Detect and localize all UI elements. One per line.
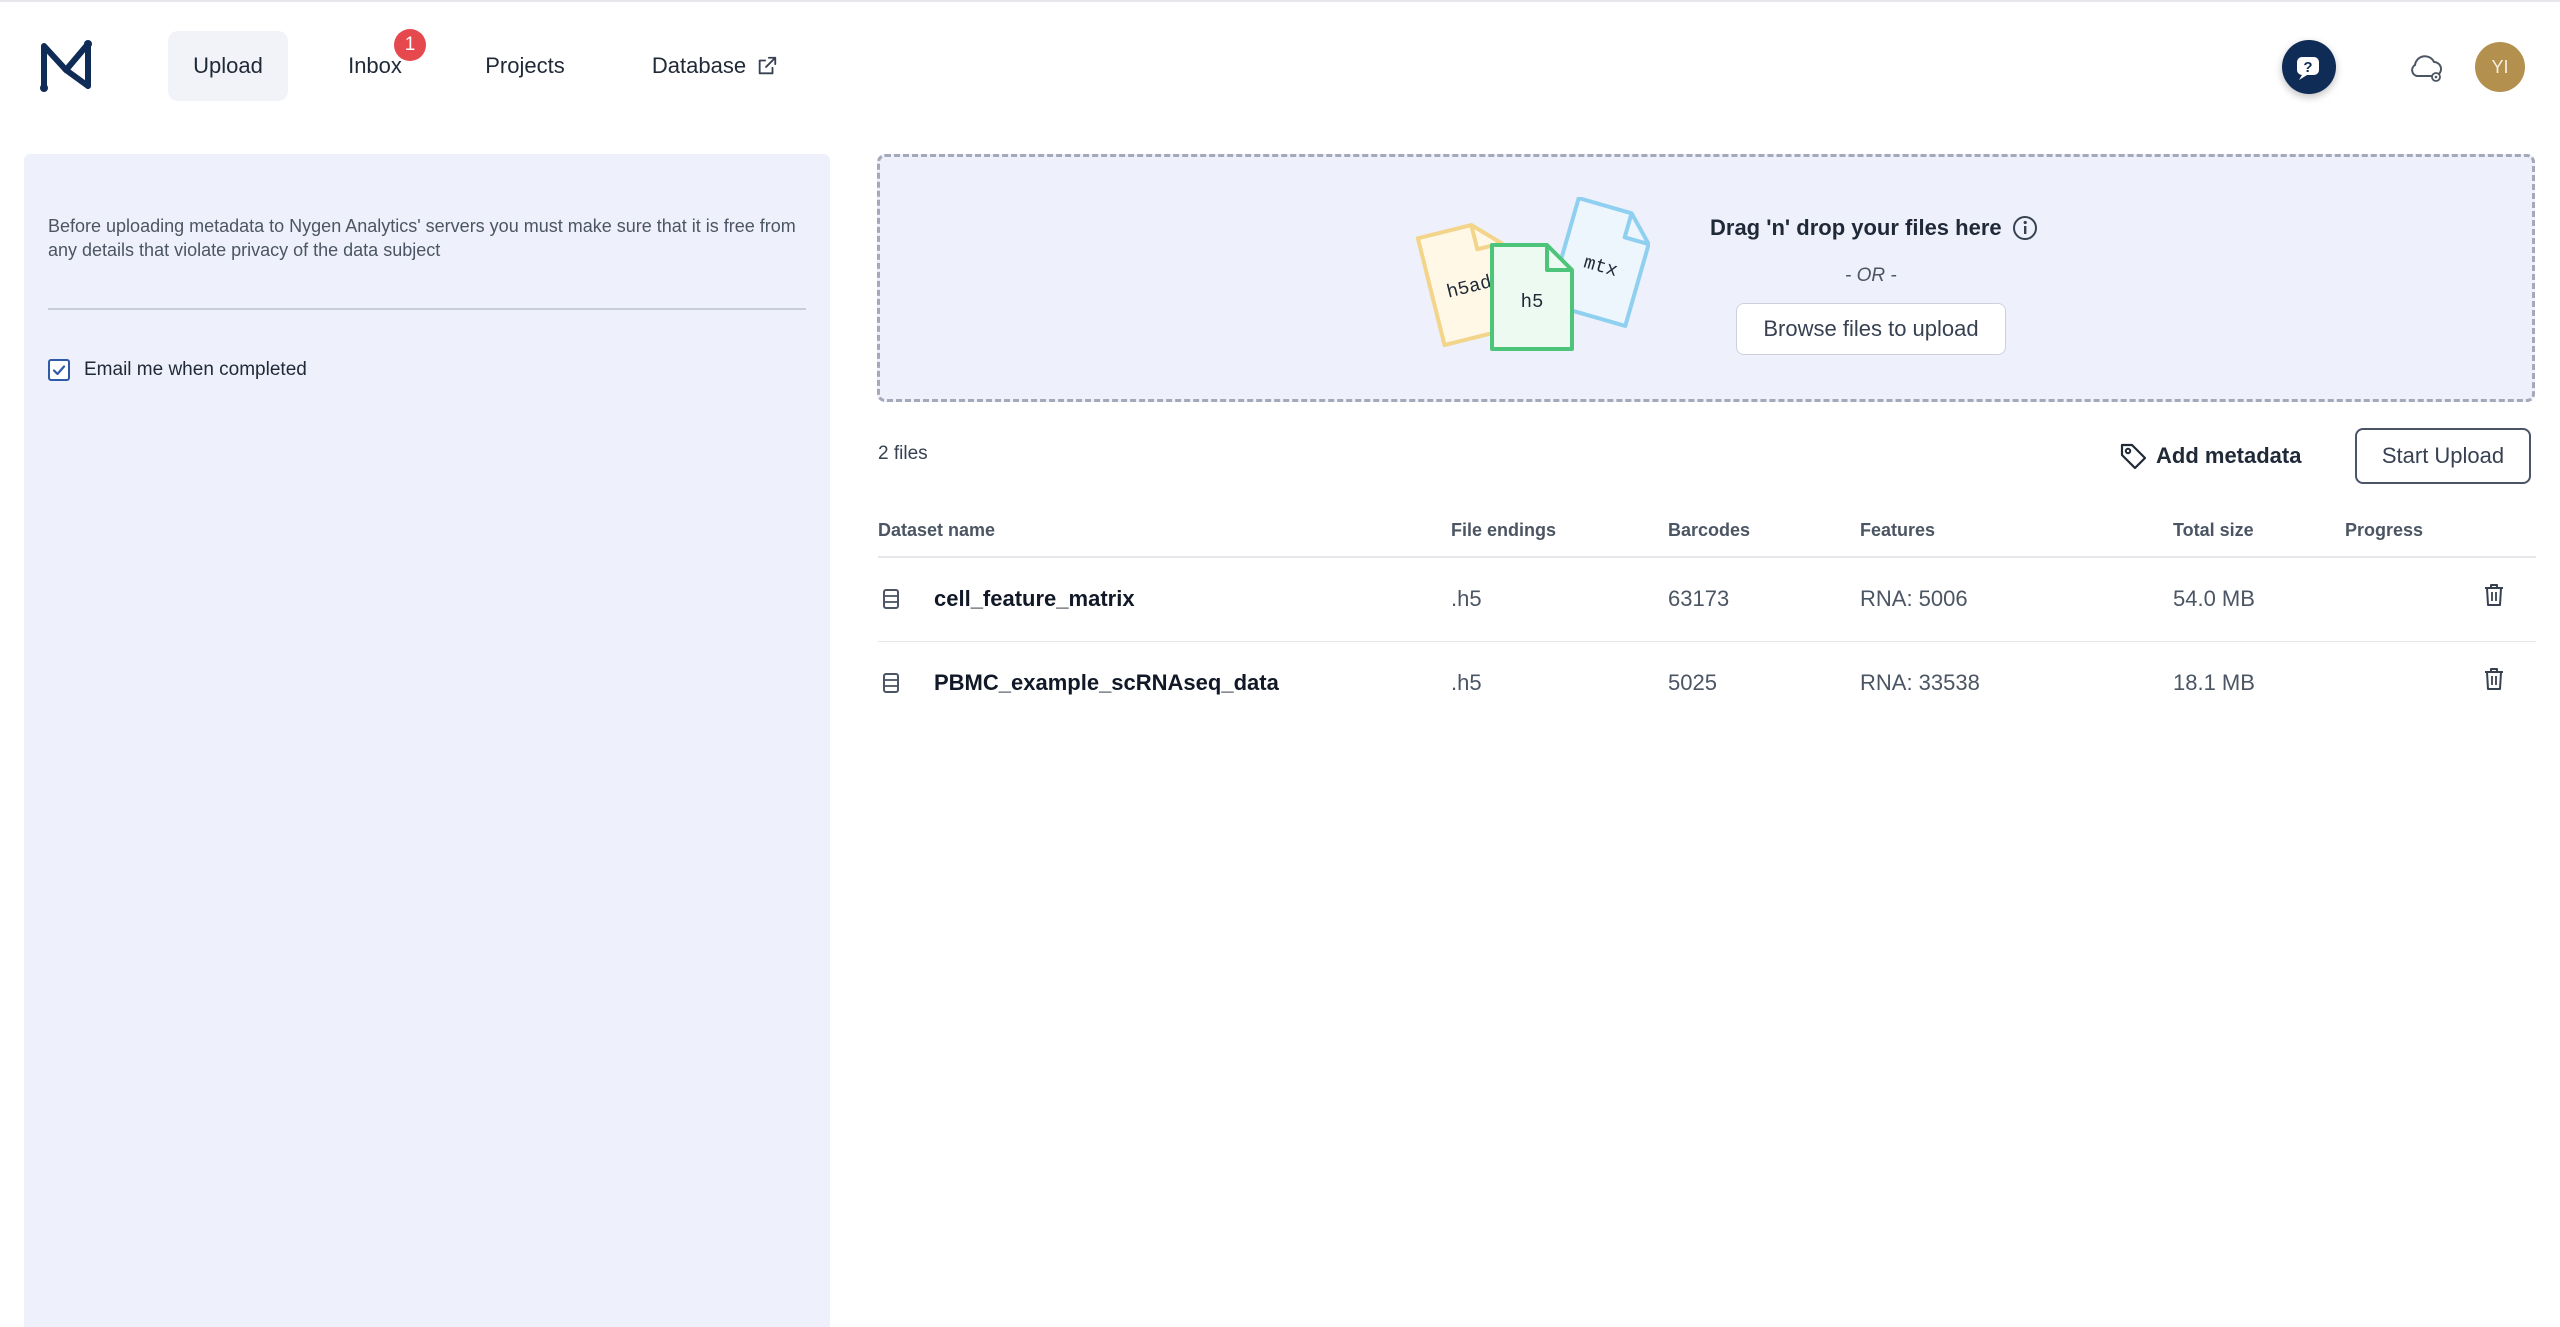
header-progress: Progress xyxy=(2345,520,2424,540)
upload-options-panel: Before uploading metadata to Nygen Analy… xyxy=(24,154,830,1327)
cloud-settings-button[interactable] xyxy=(2406,48,2446,88)
nav-database[interactable]: Database xyxy=(640,31,790,101)
start-upload-button[interactable]: Start Upload xyxy=(2355,428,2531,484)
barcodes-count: 63173 xyxy=(1668,586,1730,611)
help-chat-icon: ? xyxy=(2297,57,2319,80)
total-size: 18.1 MB xyxy=(2173,670,2255,695)
info-icon[interactable] xyxy=(2012,215,2038,241)
files-count: 2 files xyxy=(878,443,928,464)
trash-icon[interactable] xyxy=(2482,666,2506,692)
inbox-badge: 1 xyxy=(394,29,426,61)
dropzone-or-text: - OR - xyxy=(1845,265,1897,286)
header-barcodes: Barcodes xyxy=(1668,520,1751,540)
total-size: 54.0 MB xyxy=(2173,586,2255,611)
add-metadata-button[interactable]: Add metadata xyxy=(2118,438,2301,474)
features-count: RNA: 33538 xyxy=(1860,670,1980,695)
table-row[interactable]: cell_feature_matrix .h5 63173 RNA: 5006 … xyxy=(878,558,2536,642)
top-nav-bar: Upload Inbox 1 Projects Database ? YI xyxy=(0,2,2560,128)
nav-projects[interactable]: Projects xyxy=(475,31,575,101)
features-count: RNA: 5006 xyxy=(1860,586,1968,611)
file-label-h5: h5 xyxy=(1521,291,1544,313)
header-dataset-name: Dataset name xyxy=(878,520,996,540)
email-checkbox[interactable] xyxy=(48,359,70,381)
dropzone-title-text: Drag 'n' drop your files here xyxy=(1710,215,2002,240)
file-types-illustration: h5ad mtx h5 xyxy=(1415,197,1650,351)
nav-upload-label: Upload xyxy=(193,53,263,78)
svg-text:?: ? xyxy=(2303,59,2312,76)
dataset-icon xyxy=(883,589,899,609)
file-dropzone[interactable]: h5ad mtx h5 Drag 'n' drop your files her… xyxy=(877,154,2535,402)
nygen-logo[interactable] xyxy=(36,36,96,96)
header-features: Features xyxy=(1860,520,1936,540)
browse-files-button[interactable]: Browse files to upload xyxy=(1736,303,2006,355)
user-avatar[interactable]: YI xyxy=(2475,42,2525,92)
dataset-icon xyxy=(883,673,899,693)
email-option[interactable]: Email me when completed xyxy=(48,359,307,381)
nav-upload[interactable]: Upload xyxy=(168,31,288,101)
table-row[interactable]: PBMC_example_scRNAseq_data .h5 5025 RNA:… xyxy=(878,642,2536,726)
file-ending: .h5 xyxy=(1451,670,1482,695)
help-chat-button[interactable]: ? xyxy=(2282,40,2336,94)
tag-icon xyxy=(2120,443,2147,470)
cloud-settings-icon xyxy=(2411,55,2442,82)
email-checkbox-label: Email me when completed xyxy=(84,359,307,380)
nav-inbox-label: Inbox xyxy=(348,53,402,78)
dropzone-title: Drag 'n' drop your files here xyxy=(1710,215,2038,241)
nav-database-label: Database xyxy=(651,53,747,78)
dataset-name: cell_feature_matrix xyxy=(934,586,1135,611)
header-file-endings: File endings xyxy=(1451,520,1557,540)
panel-divider xyxy=(48,308,806,310)
external-link-icon xyxy=(758,56,777,75)
add-metadata-label: Add metadata xyxy=(2156,443,2302,468)
dataset-name: PBMC_example_scRNAseq_data xyxy=(934,670,1279,695)
privacy-notice: Before uploading metadata to Nygen Analy… xyxy=(48,216,796,260)
check-icon xyxy=(52,365,66,376)
barcodes-count: 5025 xyxy=(1668,670,1717,695)
trash-icon[interactable] xyxy=(2482,582,2506,608)
nav-projects-label: Projects xyxy=(485,53,565,78)
header-total-size: Total size xyxy=(2173,520,2254,540)
file-ending: .h5 xyxy=(1451,586,1482,611)
